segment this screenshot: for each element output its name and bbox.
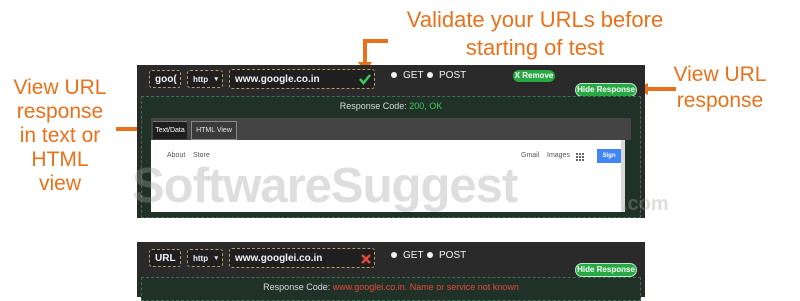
get-label: GET	[403, 70, 424, 81]
protocol-select[interactable]: http ▾	[187, 249, 223, 267]
response-code-value: www.googlei.co.in. Name or service not k…	[332, 282, 519, 292]
response-code-label: Response Code:	[263, 282, 331, 292]
hide-response-button[interactable]: Hide Response	[575, 263, 637, 277]
response-code-value: 200, OK	[409, 101, 443, 111]
post-label: POST	[439, 250, 467, 261]
url-input-value: www.google.co.in	[235, 74, 320, 85]
callout-line: response	[676, 89, 764, 112]
protocol-value: http	[193, 254, 209, 263]
method-get-radio[interactable]: GET	[391, 69, 424, 83]
watermark-suffix: .com	[622, 193, 669, 215]
label-field[interactable]: goo(	[149, 70, 181, 88]
chevron-down-icon: ▾	[214, 76, 218, 83]
validate-callout: Validate your URLs before starting of te…	[385, 6, 685, 62]
callout-line: response	[16, 100, 104, 123]
url-test-panel-invalid: URL http ▾ www.googlei.co.in GET POST Hi…	[137, 242, 645, 301]
response-area: Response Code: www.googlei.co.in. Name o…	[141, 277, 641, 301]
response-code-label: Response Code:	[339, 101, 407, 111]
tab-text-data[interactable]: Text/Data	[153, 121, 187, 139]
callout-line: HTML	[31, 148, 89, 171]
red-x-icon	[361, 254, 371, 264]
validate-callout-line-1: Validate your URLs before	[406, 7, 664, 32]
response-view-tabs: Text/Data HTML View	[151, 118, 631, 140]
sign-in-button[interactable]: Sign	[597, 149, 621, 163]
get-label: GET	[403, 250, 424, 261]
nav-link-gmail[interactable]: Gmail	[521, 152, 539, 159]
radio-dot-icon	[427, 252, 433, 259]
url-input[interactable]: www.google.co.in	[229, 69, 375, 89]
method-post-radio[interactable]: POST	[427, 249, 466, 263]
green-check-icon	[359, 74, 371, 85]
radio-dot-icon	[391, 252, 397, 259]
response-code: Response Code: www.googlei.co.in. Name o…	[142, 282, 640, 292]
radio-dot-icon	[427, 72, 433, 79]
method-post-radio[interactable]: POST	[427, 69, 466, 83]
watermark: SoftwareSuggest	[132, 159, 518, 213]
remove-button[interactable]: X Remove	[513, 70, 555, 82]
response-code: Response Code: 200, OK	[142, 101, 640, 111]
callout-line: View URL	[13, 76, 107, 99]
view-response-callout: View URL response	[660, 62, 780, 114]
callout-line: view	[38, 172, 81, 195]
tab-html-view[interactable]: HTML View	[191, 121, 237, 140]
chevron-down-icon: ▾	[214, 255, 218, 262]
label-field[interactable]: URL	[149, 249, 181, 267]
url-input-value: www.googlei.co.in	[235, 253, 323, 264]
url-input[interactable]: www.googlei.co.in	[229, 248, 375, 268]
nav-link-images[interactable]: Images	[547, 152, 570, 159]
hide-response-button[interactable]: Hide Response	[575, 83, 637, 97]
validate-callout-line-2: starting of test	[465, 35, 605, 60]
view-text-html-callout: View URL response in text or HTML view	[2, 76, 118, 196]
protocol-value: http	[193, 75, 209, 84]
protocol-select[interactable]: http ▾	[187, 70, 223, 88]
callout-line: in text or	[19, 124, 101, 147]
method-get-radio[interactable]: GET	[391, 249, 424, 263]
post-label: POST	[439, 70, 467, 81]
apps-grid-icon[interactable]	[576, 153, 584, 161]
radio-dot-icon	[391, 72, 397, 79]
callout-line: View URL	[673, 63, 767, 86]
